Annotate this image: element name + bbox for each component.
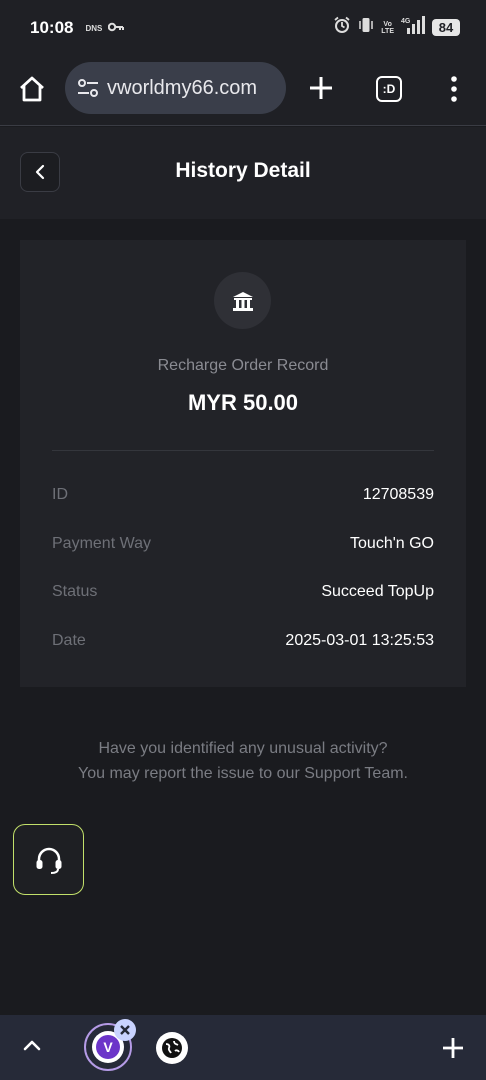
status-bar: 10:08 DNS Vo LTE 4G 84 [0, 0, 486, 56]
vpn-key-icon [108, 19, 125, 37]
tab-switcher-button[interactable]: :D [376, 76, 402, 102]
support-notice: Have you identified any unusual activity… [0, 736, 486, 786]
page-title: History Detail [175, 159, 311, 182]
browser-toolbar: vworldmy66.com :D [0, 56, 486, 126]
browser-menu-button[interactable] [444, 74, 464, 104]
detail-label: Date [52, 632, 86, 649]
expand-tabs-button[interactable] [21, 1035, 43, 1057]
divider [52, 450, 434, 451]
notice-line-1: Have you identified any unusual activity… [98, 740, 388, 757]
record-amount: MYR 50.00 [187, 390, 299, 415]
alarm-icon [333, 16, 351, 39]
chevron-up-icon [23, 1040, 41, 1051]
detail-value: Succeed TopUp [321, 583, 434, 600]
add-tab-button[interactable] [440, 1035, 466, 1061]
close-tab-button[interactable] [114, 1019, 136, 1041]
tab-other[interactable] [156, 1032, 188, 1064]
detail-label: Status [52, 583, 98, 600]
plus-icon [310, 77, 332, 99]
detail-row-status: Status Succeed TopUp [52, 583, 434, 607]
url-text: vworldmy66.com [107, 76, 258, 99]
notice-line-2: You may report the issue to our Support … [78, 765, 408, 782]
battery-indicator: 84 [432, 19, 460, 36]
detail-label: Payment Way [52, 535, 151, 552]
detail-row-date: Date 2025-03-01 13:25:53 [52, 632, 434, 656]
address-bar[interactable]: vworldmy66.com [65, 62, 286, 114]
support-button[interactable] [13, 824, 84, 895]
vibrate-icon [358, 16, 374, 39]
detail-value: 2025-03-01 13:25:53 [285, 632, 434, 649]
record-card: Recharge Order Record MYR 50.00 ID 12708… [20, 240, 466, 687]
home-button[interactable] [17, 74, 47, 104]
detail-row-id: ID 12708539 [52, 486, 434, 510]
site-settings-icon[interactable] [75, 75, 101, 101]
bank-icon [214, 272, 271, 329]
new-tab-button[interactable] [305, 72, 337, 104]
detail-value: 12708539 [362, 486, 434, 503]
close-icon [120, 1025, 130, 1035]
tab-strip: V [0, 1015, 486, 1080]
detail-row-payment-way: Payment Way Touch'n GO [52, 535, 434, 559]
svg-text:4G: 4G [401, 18, 411, 25]
plus-icon [443, 1038, 463, 1058]
globe-icon [162, 1038, 182, 1058]
page-header: History Detail [0, 127, 486, 219]
home-icon [20, 76, 44, 102]
status-time: 10:08 [30, 18, 74, 37]
volte-indicator: Vo LTE [381, 20, 394, 35]
more-vertical-icon [451, 76, 457, 102]
signal-icon: 4G [401, 16, 425, 39]
detail-value: Touch'n GO [350, 535, 434, 552]
detail-label: ID [52, 486, 68, 503]
headset-icon [36, 847, 61, 874]
dns-indicator: DNS [85, 23, 103, 33]
record-type-label: Recharge Order Record [157, 357, 329, 374]
